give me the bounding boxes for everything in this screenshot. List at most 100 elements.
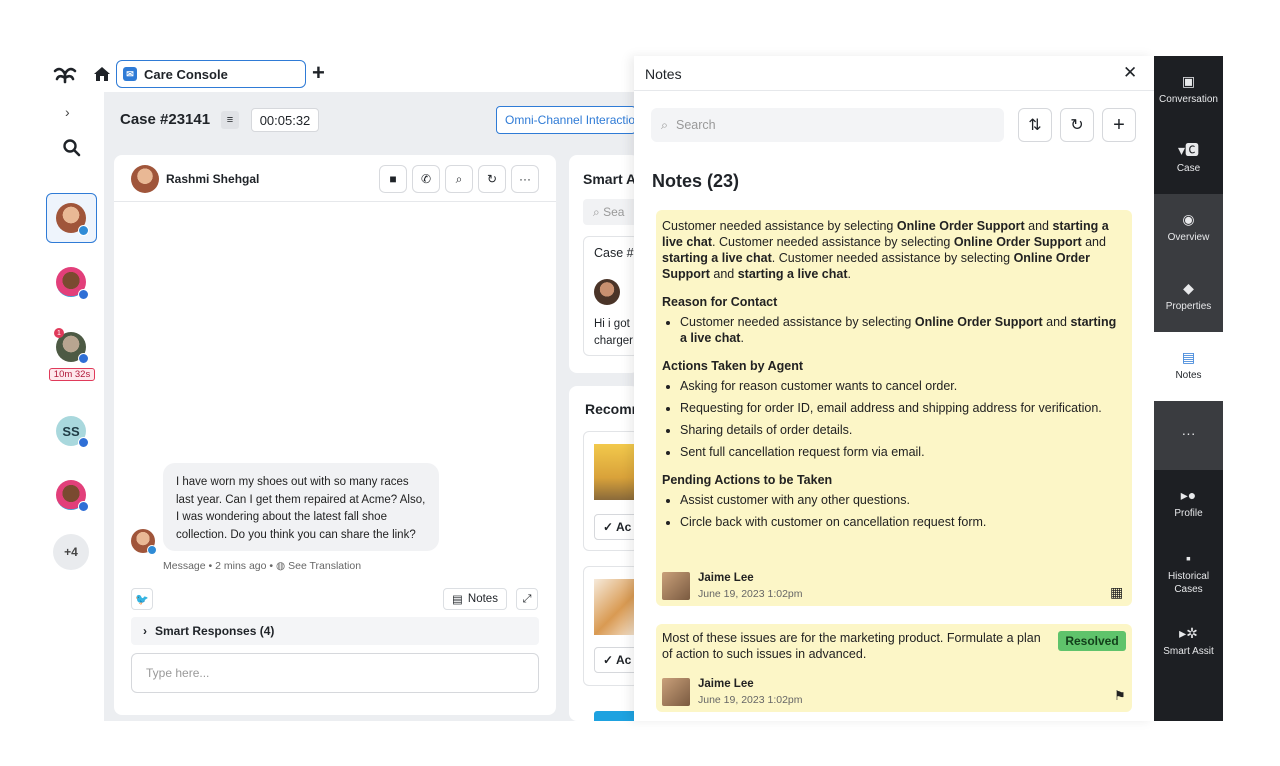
rail-label: Historical Cases <box>1167 570 1210 595</box>
phone-icon[interactable]: ✆ <box>412 165 440 193</box>
close-icon[interactable]: ✕ <box>1123 63 1137 83</box>
add-note-button[interactable]: + <box>1102 108 1136 142</box>
case-preview-avatar <box>594 279 620 305</box>
more-options-icon[interactable]: ··· <box>511 165 539 193</box>
text: starting a live chat <box>737 267 848 281</box>
rail-item-smart-assist[interactable]: ▸✲ Smart Assit <box>1154 608 1223 677</box>
note-date: June 19, 2023 1:02pm <box>698 694 803 706</box>
text: and <box>1042 315 1071 329</box>
text: Online Order Support <box>896 219 1025 233</box>
list-item: Circle back with customer on cancellatio… <box>680 514 1124 530</box>
message-bubble: I have worn my shoes out with so many ra… <box>163 463 439 551</box>
note-intro: Customer needed assistance by selecting … <box>662 218 1124 282</box>
console-icon: ✉ <box>123 67 137 81</box>
notes-panel-title: Notes <box>645 66 682 82</box>
smart-responses-toggle[interactable]: › Smart Responses (4) <box>131 617 539 645</box>
refresh-button[interactable]: ↻ <box>1060 108 1094 142</box>
more-conversations-button[interactable]: +4 <box>53 534 89 570</box>
video-call-icon[interactable]: ■ <box>379 165 407 193</box>
recommendation-image <box>594 579 638 635</box>
text: Online Order Support <box>914 315 1043 329</box>
action-button[interactable]: ✓ Ac <box>594 514 638 540</box>
list-item: Customer needed assistance by selecting … <box>680 314 1124 346</box>
list-item: Asking for reason customer wants to canc… <box>680 378 1124 394</box>
right-rail: ▣ Conversation ▾🅲 Case ◉ Overview ◆ Properti… <box>1154 56 1223 721</box>
add-tab-button[interactable]: + <box>312 62 325 84</box>
notes-button[interactable]: ▤ Notes <box>443 588 507 610</box>
facebook-badge-icon <box>78 501 89 512</box>
text: and <box>709 267 738 281</box>
twitter-badge-icon <box>78 225 89 236</box>
smart-assist-icon: ▸✲ <box>1179 625 1198 641</box>
case-preview-card[interactable]: Case # Hi i got charger <box>583 236 639 356</box>
note-author: Jaime Lee June 19, 2023 1:02pm <box>662 676 803 708</box>
home-icon[interactable] <box>92 64 112 84</box>
rail-item-more[interactable]: ··· <box>1154 401 1223 470</box>
rail-item-overview[interactable]: ◉ Overview <box>1154 194 1223 263</box>
author-name: Jaime Lee <box>698 572 754 584</box>
list-item: Requesting for order ID, email address a… <box>680 400 1124 416</box>
conversation-icon: ▣ <box>1181 73 1196 89</box>
case-preview-snippet-2: charger <box>594 335 633 347</box>
note-card[interactable]: Most of these issues are for the marketi… <box>656 624 1132 712</box>
pending-list: Assist customer with any other questions… <box>680 492 1124 530</box>
rail-item-profile[interactable]: ▸● Profile <box>1154 470 1223 539</box>
rail-item-case[interactable]: ▾🅲 Case <box>1154 125 1223 194</box>
text: and <box>1024 219 1053 233</box>
chat-history-icon: ▪ <box>1186 549 1191 566</box>
action-button[interactable]: ✓ Ac <box>594 647 638 673</box>
author-avatar <box>662 678 690 706</box>
case-icon: ▾🅲 <box>1177 142 1200 158</box>
flag-icon[interactable]: ⚑ <box>1114 688 1126 704</box>
document-edit-icon[interactable]: ▦ <box>1110 584 1123 600</box>
search-icon: ⌕ <box>661 117 669 132</box>
section-heading: Reason for Contact <box>662 295 778 309</box>
brand-logo-icon[interactable] <box>52 62 78 86</box>
smart-assist-search[interactable]: ⌕ Sea <box>583 199 639 225</box>
search-icon[interactable] <box>62 138 82 158</box>
chevron-right-icon: › <box>143 624 147 638</box>
message-type: Message <box>163 560 206 572</box>
recommendation-item[interactable]: ✓ Ac <box>583 431 639 551</box>
refresh-icon[interactable]: ↻ <box>478 165 506 193</box>
note-author: Jaime Lee June 19, 2023 1:02pm <box>662 570 803 602</box>
twitter-badge-icon <box>147 545 157 555</box>
rail-item-conversation[interactable]: ▣ Conversation <box>1154 56 1223 125</box>
more-icon: ··· <box>1181 424 1196 441</box>
notes-panel: Notes ✕ ⌕ Search ⇅ ↻ + Notes (23) Custome… <box>634 56 1154 721</box>
notes-search-placeholder: Search <box>676 118 716 132</box>
divider <box>114 201 556 202</box>
recommendation-item[interactable]: ✓ Ac <box>583 566 639 686</box>
text: Customer needed assistance by selecting <box>680 315 915 329</box>
wait-time-badge: 10m 32s <box>49 368 95 381</box>
author-name: Jaime Lee <box>698 678 754 690</box>
expand-rail-icon[interactable]: › <box>65 104 70 120</box>
list-item: Assist customer with any other questions… <box>680 492 1124 508</box>
person-icon: ▸● <box>1180 487 1197 503</box>
omni-channel-button[interactable]: Omni-Channel Interactions <box>496 106 636 134</box>
message-meta: Message • 2 mins ago • ◍ See Translation <box>163 560 362 572</box>
expand-icon[interactable]: ⤢ <box>516 588 538 610</box>
notes-small-icon: ▤ <box>452 594 463 606</box>
rail-item-historical-cases[interactable]: ▪ Historical Cases <box>1154 539 1223 608</box>
case-menu-icon[interactable]: ≡ <box>221 111 239 129</box>
rail-item-properties[interactable]: ◆ Properties <box>1154 263 1223 332</box>
list-item: Sent full cancellation request form via … <box>680 444 1124 460</box>
facebook-badge-icon <box>78 353 89 364</box>
sort-button[interactable]: ⇅ <box>1018 108 1052 142</box>
case-preview-label: Case # <box>594 246 634 260</box>
notes-search-input[interactable]: ⌕ Search <box>651 108 1004 142</box>
search-icon[interactable]: ⌕ <box>445 165 473 193</box>
note-card[interactable]: Customer needed assistance by selecting … <box>656 210 1132 606</box>
rail-label: Profile <box>1174 508 1203 519</box>
notes-button-label: Notes <box>467 593 498 605</box>
tab-care-console[interactable]: ✉ Care Console <box>116 60 306 88</box>
rail-item-notes[interactable]: ▤ Notes <box>1154 332 1223 401</box>
twitter-icon[interactable]: 🐦 <box>131 588 153 610</box>
action-label: Ac <box>615 653 632 667</box>
section-heading: Actions Taken by Agent <box>662 359 803 373</box>
text: . <box>847 267 851 281</box>
see-translation-link[interactable]: See Translation <box>288 560 361 572</box>
notes-heading: Notes (23) <box>652 171 740 191</box>
message-input[interactable]: Type here... <box>131 653 539 693</box>
